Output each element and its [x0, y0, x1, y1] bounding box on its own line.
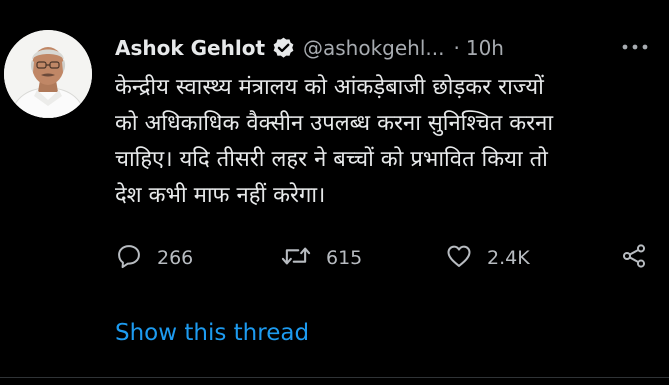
tweet-timestamp[interactable]: 10h [466, 36, 504, 60]
reply-button[interactable]: 266 [115, 238, 193, 278]
share-icon [620, 242, 648, 274]
tweet-line: देश कभी माफ नहीं करेगा। [115, 183, 326, 208]
divider [0, 377, 669, 378]
retweet-icon [280, 242, 312, 274]
more-options-icon[interactable] [620, 36, 650, 58]
reply-count: 266 [157, 247, 194, 269]
tweet-body: केन्द्रीय स्वास्थ्य मंत्रालय को आंकड़ेबा… [115, 70, 660, 214]
verified-badge-icon [271, 36, 296, 61]
author-name[interactable]: Ashok Gehlot [115, 36, 265, 60]
heart-icon [445, 242, 473, 274]
tweet-actions: 266 615 2.4K [115, 238, 655, 278]
tweet-line: को अधिकाधिक वैक्सीन उपलब्ध करना सुनिश्चि… [115, 111, 554, 136]
tweet-card[interactable]: Ashok Gehlot @ashokgehl... · 10h केन्द्र… [0, 0, 669, 385]
author-handle[interactable]: @ashokgehl... [303, 36, 444, 60]
retweet-count: 615 [326, 247, 363, 269]
like-button[interactable]: 2.4K [445, 238, 530, 278]
share-button[interactable] [620, 238, 648, 278]
tweet-header: Ashok Gehlot @ashokgehl... · 10h [115, 33, 504, 63]
avatar[interactable] [4, 30, 92, 118]
avatar-image [4, 30, 92, 118]
tweet-line: चाहिए। यदि तीसरी लहर ने बच्चों को प्रभाव… [115, 147, 548, 172]
like-count: 2.4K [487, 247, 530, 269]
retweet-button[interactable]: 615 [280, 238, 362, 278]
reply-icon [115, 242, 143, 274]
header-separator: · [453, 36, 460, 60]
tweet-line: केन्द्रीय स्वास्थ्य मंत्रालय को आंकड़ेबा… [115, 75, 544, 100]
show-thread-link[interactable]: Show this thread [115, 320, 309, 346]
